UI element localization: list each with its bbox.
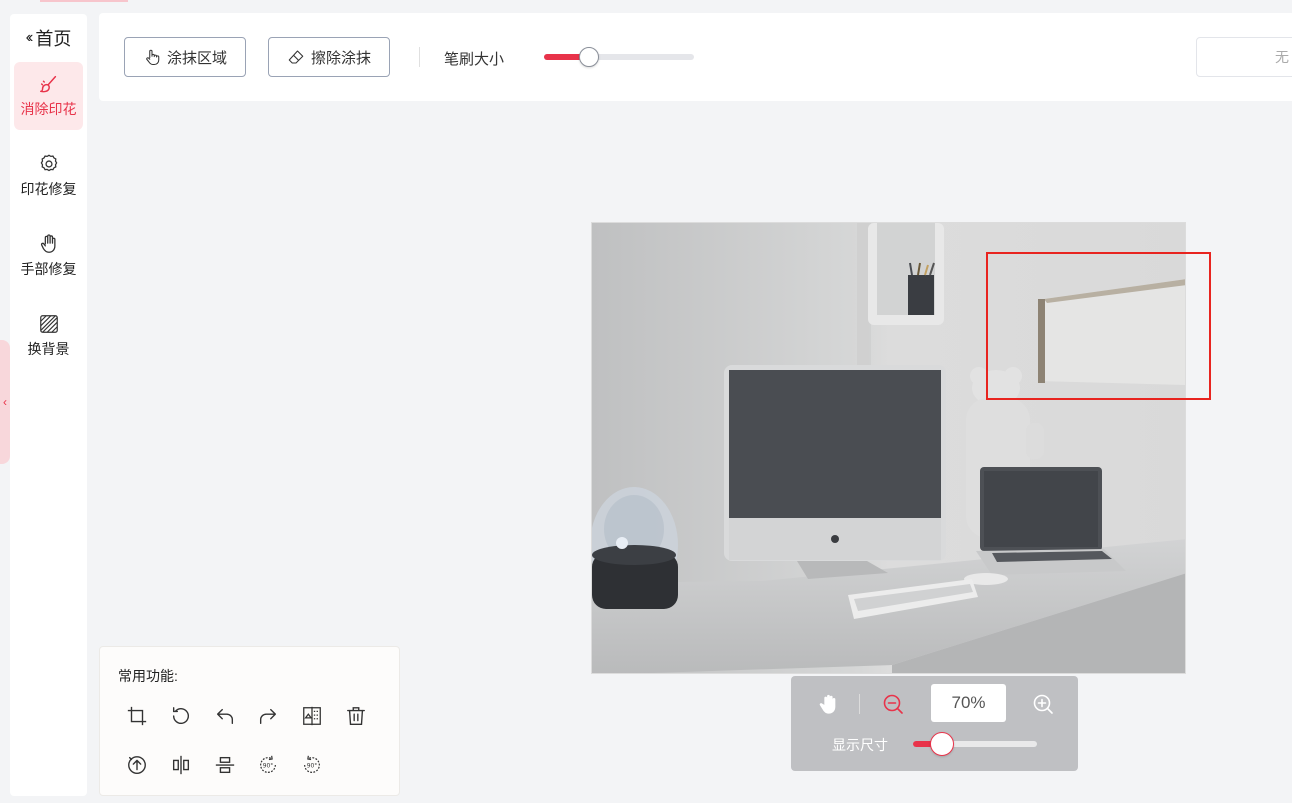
pan-hand-icon[interactable]	[817, 692, 839, 716]
chevron-left-icon: ‹	[3, 395, 7, 409]
zoom-out-icon[interactable]	[881, 692, 905, 716]
undo-icon	[216, 708, 234, 725]
sidebar-item-hand-repair[interactable]: 手部修复	[14, 222, 83, 290]
delete-button[interactable]	[343, 703, 369, 729]
redo-icon	[259, 708, 277, 725]
zoom-panel: 70% 显示尺寸	[791, 676, 1078, 771]
sidebar-item-label: 手部修复	[20, 261, 77, 277]
undo-button[interactable]	[212, 703, 238, 729]
flip-horizontal-button[interactable]	[168, 752, 194, 778]
erase-paint-button[interactable]: 擦除涂抹	[268, 37, 391, 77]
sidebar-item-label: 印花修复	[20, 181, 77, 197]
hand-icon	[40, 234, 56, 253]
sidebar-item-label: 换背景	[27, 341, 70, 357]
display-size-handle[interactable]	[930, 732, 954, 756]
top-strip	[0, 0, 1292, 12]
upload-button[interactable]	[124, 752, 150, 778]
rotate-button[interactable]	[168, 703, 194, 729]
double-chevron-left-icon: ‹‹	[25, 29, 33, 46]
hatched-square-icon	[39, 315, 58, 333]
home-link[interactable]: ‹‹ 首页	[10, 26, 87, 50]
sidebar: ‹‹ 首页 消除印花 印花修复 手部修复 换背景	[10, 14, 87, 796]
paint-area-button[interactable]: 涂抹区域	[124, 37, 247, 77]
toolbar-divider	[419, 47, 420, 67]
compare-icon	[303, 706, 321, 726]
flip-vertical-icon	[215, 756, 235, 774]
sidebar-item-remove-print[interactable]: 消除印花	[14, 62, 83, 130]
flip-vertical-button[interactable]	[212, 752, 238, 778]
hand-pointer-icon	[146, 49, 160, 66]
zoom-in-icon[interactable]	[1031, 692, 1055, 716]
display-size-slider[interactable]	[913, 732, 1037, 756]
zoom-separator	[859, 694, 860, 714]
zoom-value[interactable]: 70%	[931, 684, 1006, 722]
sidebar-item-label: 消除印花	[20, 101, 77, 117]
delete-icon	[347, 707, 365, 725]
compare-button[interactable]	[299, 703, 325, 729]
rotate-90-cw-button[interactable]: 90°	[255, 752, 281, 778]
top-tab-accent	[40, 0, 128, 2]
svg-text:90°: 90°	[307, 762, 318, 769]
sidebar-item-print-repair[interactable]: 印花修复	[14, 142, 83, 210]
rotate-90-ccw-button[interactable]: 90°	[299, 752, 325, 778]
brush-icon	[39, 75, 56, 93]
toolbar: 涂抹区域 擦除涂抹 笔刷大小 无	[99, 13, 1292, 101]
gear-icon	[40, 154, 57, 172]
rotate-90-ccw-icon: 90°	[304, 755, 320, 773]
sidebar-item-change-background[interactable]: 换背景	[14, 302, 83, 370]
common-functions-title: 常用功能:	[118, 668, 178, 684]
brush-size-slider[interactable]	[544, 47, 694, 67]
display-size-label: 显示尺寸	[832, 737, 888, 753]
common-functions-panel: 常用功能: 90° 90°	[99, 646, 400, 796]
redo-button[interactable]	[255, 703, 281, 729]
right-toolbar-box[interactable]: 无	[1196, 37, 1292, 77]
home-label: 首页	[35, 29, 72, 49]
brush-size-handle[interactable]	[579, 47, 599, 67]
rotate-90-cw-icon: 90°	[260, 755, 276, 773]
right-box-text: 无	[1275, 49, 1289, 65]
svg-text:90°: 90°	[263, 762, 274, 769]
paint-area-label: 涂抹区域	[167, 49, 228, 67]
selection-rectangle[interactable]	[986, 252, 1211, 400]
crop-icon	[127, 706, 147, 726]
flip-horizontal-icon	[172, 755, 190, 775]
crop-button[interactable]	[124, 703, 150, 729]
upload-icon	[128, 756, 146, 774]
erase-paint-label: 擦除涂抹	[311, 49, 372, 67]
eraser-icon	[288, 50, 304, 64]
rotate-icon	[172, 707, 189, 725]
brush-size-label: 笔刷大小	[444, 51, 505, 68]
collapse-sidebar-tab[interactable]: ‹	[0, 340, 10, 464]
